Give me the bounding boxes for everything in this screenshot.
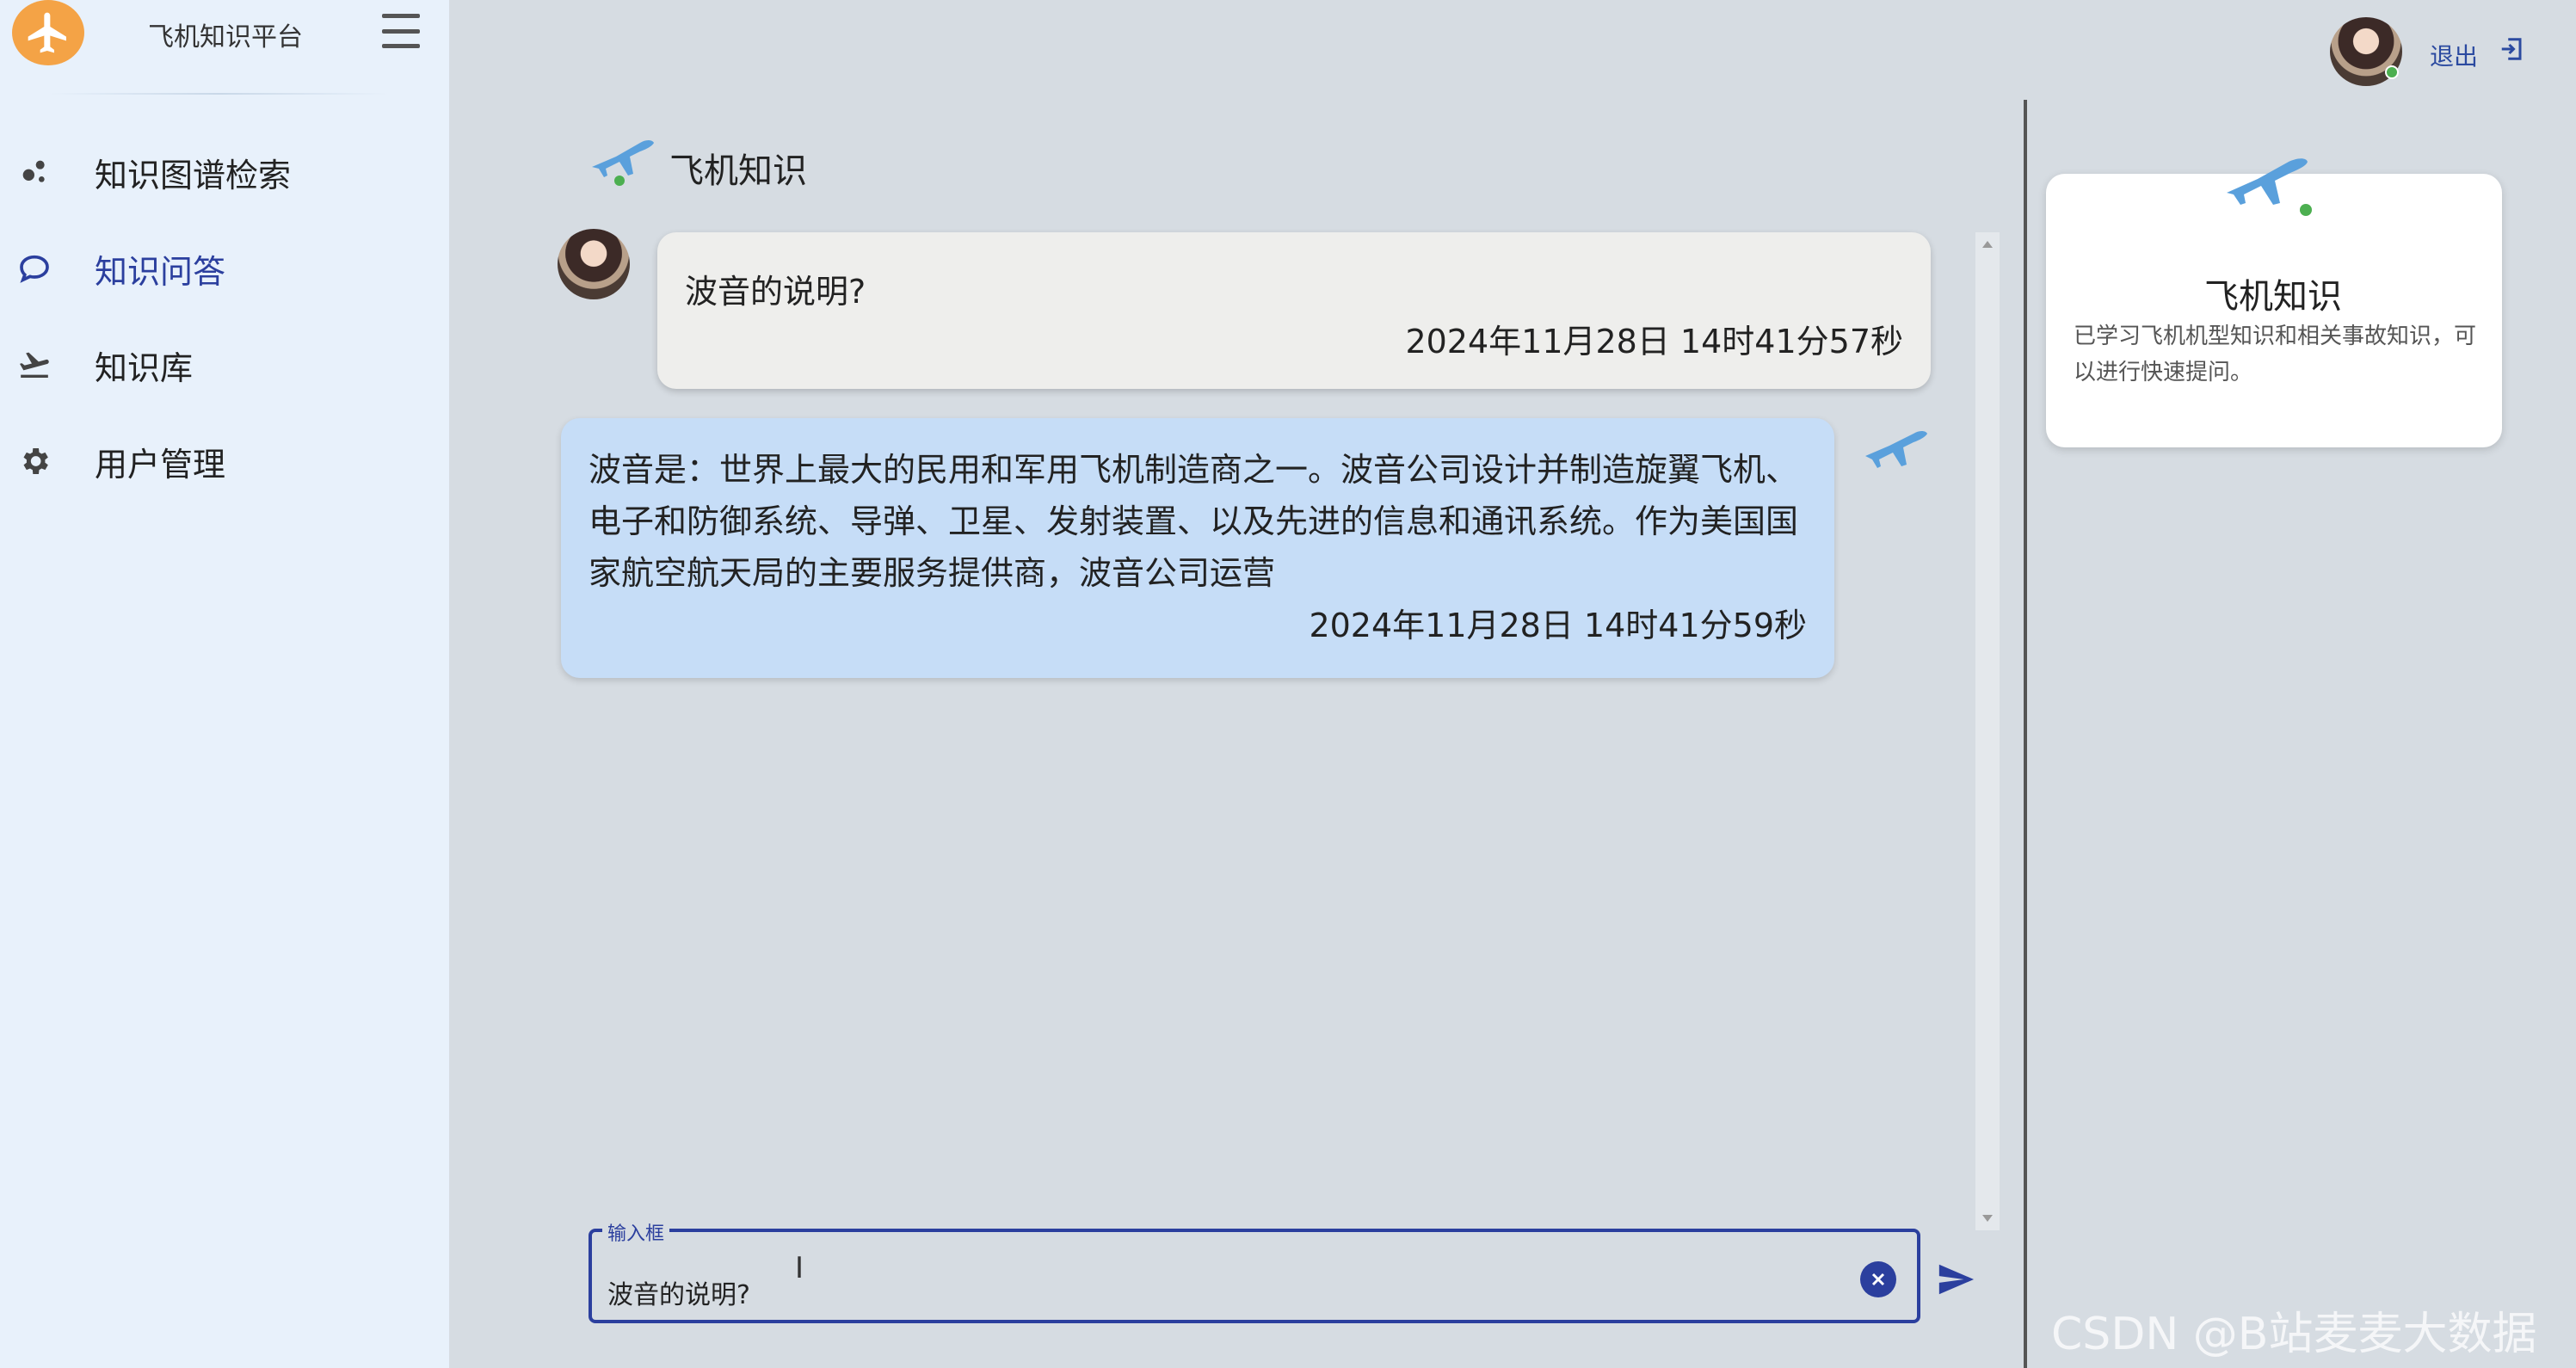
sidebar-divider: [48, 93, 389, 95]
bot-airplane-icon: [1862, 425, 1931, 475]
logout-link[interactable]: 退出: [2430, 38, 2478, 72]
user-avatar: [558, 229, 630, 299]
airplane-logo-icon: [12, 0, 84, 65]
online-status-dot: [2385, 65, 2399, 79]
sidebar-item-label: 用户管理: [95, 445, 226, 484]
sidebar-item-label: 知识图谱检索: [95, 156, 292, 194]
chat-bubble-icon: [15, 250, 53, 287]
send-button[interactable]: [1936, 1260, 1975, 1299]
user-message-bubble: 波音的说明? 2024年11月28日 14时41分57秒: [657, 232, 1931, 389]
watermark-text: CSDN @B站麦麦大数据: [2051, 1309, 2537, 1360]
graph-icon: [15, 153, 53, 191]
sidebar-item-graph-search[interactable]: 知识图谱检索: [0, 131, 449, 213]
message-timestamp: 2024年11月28日 14时41分59秒: [1309, 607, 1807, 644]
chat-title: 飞机知识: [669, 151, 807, 191]
bot-message-bubble: 波音是：世界上最大的民用和军用飞机制造商之一。波音公司设计并制造旋翼飞机、电子和…: [561, 418, 1834, 678]
airplane-icon: [15, 346, 53, 384]
message-text: 波音是：世界上最大的民用和军用飞机制造商之一。波音公司设计并制造旋翼飞机、电子和…: [589, 451, 1799, 592]
chat-input-box[interactable]: [589, 1229, 1920, 1323]
logout-icon[interactable]: [2499, 36, 2524, 62]
scroll-down-arrow-icon[interactable]: [1982, 1215, 1993, 1222]
message-text: 波音的说明?: [685, 273, 866, 311]
brand-title: 飞机知识平台: [148, 22, 303, 52]
sidebar-item-user-management[interactable]: 用户管理: [0, 420, 449, 502]
chat-scrollbar[interactable]: [1975, 232, 2000, 1230]
gear-icon: [15, 442, 53, 480]
sidebar-item-label: 知识问答: [95, 252, 226, 291]
sidebar-item-knowledge-base[interactable]: 知识库: [0, 324, 449, 406]
panel-divider: [2024, 100, 2027, 1368]
sidebar-item-label: 知识库: [95, 348, 194, 387]
airplane-icon: [589, 132, 657, 188]
message-timestamp: 2024年11月28日 14时41分57秒: [1405, 323, 1903, 360]
clear-input-button[interactable]: [1860, 1261, 1896, 1297]
input-label: 输入框: [602, 1218, 670, 1246]
sidebar: 飞机知识平台 知识图谱检索 知识问答 知识库 用户管理: [0, 0, 449, 1368]
chat-input[interactable]: [607, 1277, 1812, 1307]
airplane-icon: [2223, 151, 2318, 220]
card-title: 飞机知识: [2204, 277, 2342, 317]
card-description: 已学习飞机机型知识和相关事故知识，可以进行快速提问。: [2074, 324, 2477, 385]
text-cursor-icon: I: [795, 1251, 804, 1285]
sidebar-item-qa[interactable]: 知识问答: [0, 227, 449, 310]
scroll-up-arrow-icon[interactable]: [1982, 241, 1993, 248]
menu-toggle-icon[interactable]: [382, 14, 420, 48]
